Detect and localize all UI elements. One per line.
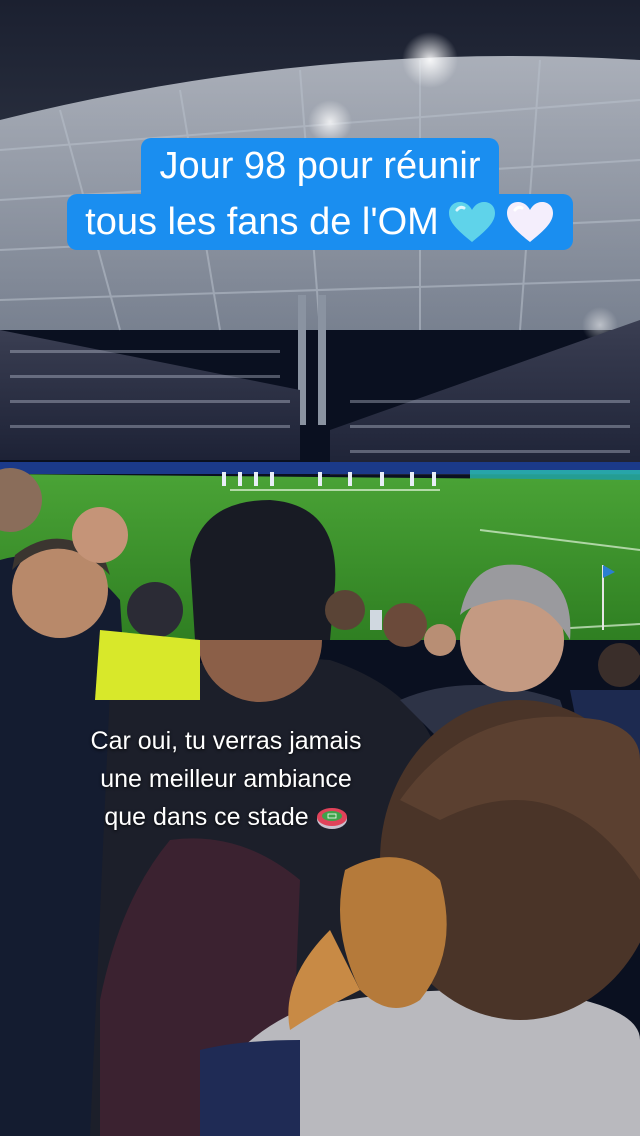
top-caption-line-2-text: tous les fans de l'OM xyxy=(85,201,439,243)
stadium-icon xyxy=(316,808,347,829)
bottom-caption-line-1: Car oui, tu verras jamais xyxy=(90,727,362,755)
bottom-caption-line-3: que dans ce stade xyxy=(104,803,309,831)
bottom-caption-line-3-wrap: que dans ce stade xyxy=(46,798,406,836)
bottom-caption: Car oui, tu verras jamais une meilleur a… xyxy=(46,722,406,836)
top-caption-line-1: Jour 98 pour réunir xyxy=(141,138,499,194)
top-caption-line-2: tous les fans de l'OM xyxy=(67,194,573,250)
light-blue-heart-icon xyxy=(448,202,495,242)
bottom-caption-line-2: une meilleur ambiance xyxy=(100,765,352,793)
top-caption: Jour 98 pour réunir tous les fans de l'O… xyxy=(0,138,640,250)
white-heart-icon xyxy=(506,202,553,242)
